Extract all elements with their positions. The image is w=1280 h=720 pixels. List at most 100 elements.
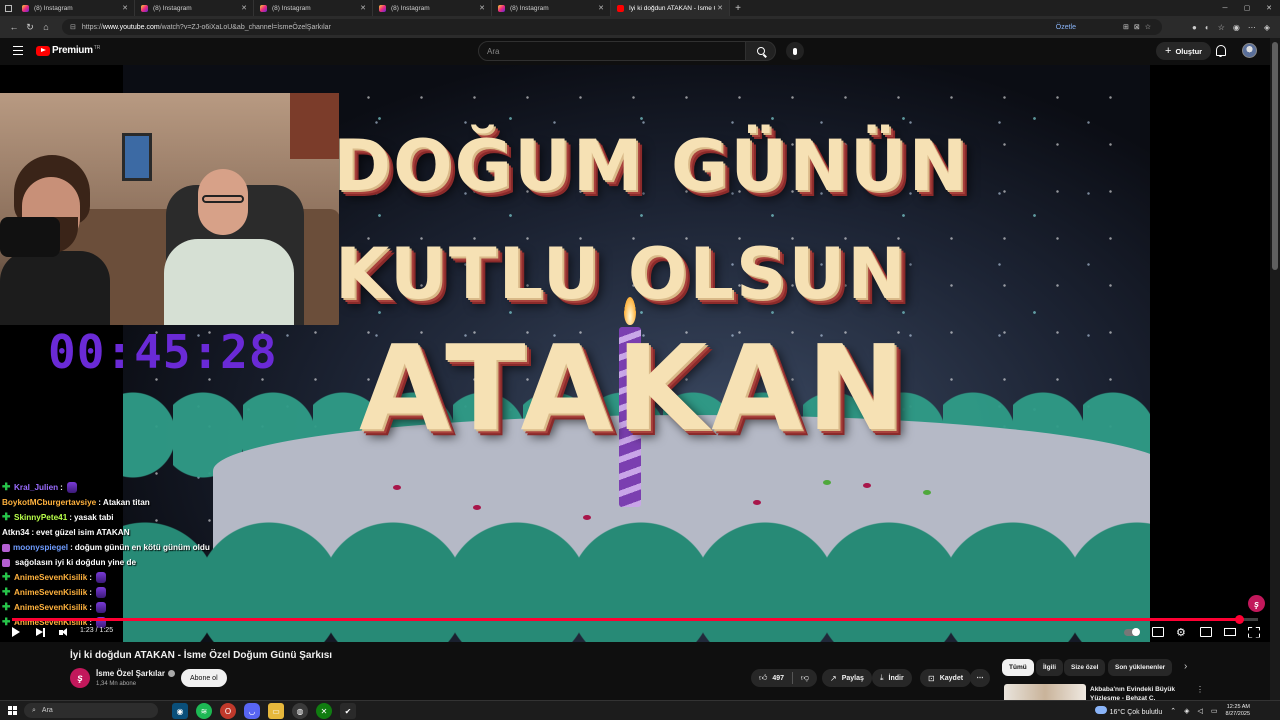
- sprinkle: [923, 490, 931, 495]
- site-info-icon[interactable]: ⊟: [70, 23, 76, 31]
- browser-tab-strip: (8) Instagram ✕ (8) Instagram ✕ (8) Instag…: [0, 0, 1280, 16]
- recommendation-title[interactable]: Akbaba'nın Evindeki Büyük Yüzleşme - Beh…: [1090, 685, 1190, 700]
- battery-icon[interactable]: ▭: [1211, 707, 1218, 715]
- address-bar[interactable]: ⊟ https://www.youtube.com/watch?v=ZJ-o6i…: [62, 19, 1162, 35]
- chip-related[interactable]: İlgili: [1036, 659, 1063, 676]
- browser-toolbar: ← ↻ ⌂ ⊟ https://www.youtube.com/watch?v=…: [0, 16, 1280, 38]
- tab-actions-icon[interactable]: [0, 0, 16, 16]
- close-icon[interactable]: ✕: [717, 4, 723, 12]
- network-icon[interactable]: ◈: [1184, 707, 1189, 715]
- xbox-icon[interactable]: ✕: [316, 703, 332, 719]
- instagram-icon: [22, 4, 29, 12]
- browser-tab-instagram-2[interactable]: (8) Instagram ✕: [135, 0, 254, 16]
- chevron-right-icon[interactable]: ›: [1184, 661, 1187, 672]
- like-dislike-group: 👍︎ 497 👎︎: [751, 669, 817, 687]
- extension-icon[interactable]: ◐: [1205, 23, 1210, 32]
- create-button[interactable]: + Oluştur: [1156, 42, 1212, 60]
- fullscreen-icon[interactable]: [1248, 626, 1260, 638]
- url-text: https://www.youtube.com/watch?v=ZJ-o6iXa…: [81, 23, 331, 31]
- hamburger-menu-icon[interactable]: [13, 46, 23, 55]
- close-icon[interactable]: ✕: [360, 4, 366, 12]
- page-scrollbar[interactable]: [1270, 38, 1280, 700]
- more-actions-button[interactable]: ⋯: [970, 669, 990, 687]
- opera-icon[interactable]: O: [220, 703, 236, 719]
- channel-name[interactable]: İsme Özel Şarkılar: [96, 669, 175, 678]
- bookmarks-icon[interactable]: ☆: [1218, 23, 1225, 32]
- chat-username: BoykotMCburgertavsiye: [2, 498, 97, 507]
- search-button[interactable]: [746, 41, 776, 61]
- address-bar-action-icons[interactable]: ⊞⊠☆: [1123, 23, 1156, 31]
- steam-icon[interactable]: ✔: [340, 703, 356, 719]
- thumbs-up-icon[interactable]: 👍︎: [759, 673, 767, 683]
- share-button[interactable]: ↗ Paylaş: [822, 669, 872, 687]
- browser-tab-instagram-1[interactable]: (8) Instagram ✕: [16, 0, 135, 16]
- taskbar-search[interactable]: ⌕ Ara: [24, 703, 158, 718]
- notifications-bell-icon[interactable]: [1215, 45, 1226, 57]
- windows-start-icon[interactable]: [8, 706, 17, 715]
- theater-mode-icon[interactable]: [1224, 626, 1236, 638]
- extension-icon[interactable]: ●: [1192, 23, 1197, 32]
- browser-tab-youtube[interactable]: İyi ki doğdun ATAKAN - İsme Öz...✕: [611, 0, 730, 16]
- chip-for-you[interactable]: Size özel: [1064, 659, 1106, 676]
- voice-search-button[interactable]: [786, 42, 804, 60]
- channel-watermark[interactable]: ş: [1248, 595, 1265, 612]
- reload-icon[interactable]: ↻: [22, 22, 38, 33]
- scrollbar-thumb[interactable]: [1272, 42, 1278, 270]
- play-icon[interactable]: [12, 626, 22, 638]
- browser-tab-instagram-5[interactable]: (8) Instagram ✕: [492, 0, 611, 16]
- close-icon[interactable]: ✕: [598, 4, 604, 12]
- spotify-icon[interactable]: ≋: [196, 703, 212, 719]
- subscribe-button[interactable]: Abone ol: [181, 669, 227, 687]
- weather-widget[interactable]: 16°C Çok bulutlu: [1094, 706, 1162, 716]
- extension-icon[interactable]: ◉: [1233, 23, 1240, 32]
- obs-icon[interactable]: ◍: [292, 703, 308, 719]
- close-window-icon[interactable]: ✕: [1258, 4, 1280, 12]
- chip-all[interactable]: Tümü: [1002, 659, 1034, 676]
- chat-badge-icon: [2, 558, 10, 567]
- volume-tray-icon[interactable]: ◁: [1198, 707, 1203, 715]
- youtube-premium-logo[interactable]: Premium TR: [36, 45, 100, 56]
- search-input[interactable]: Ara: [478, 41, 746, 61]
- volume-icon[interactable]: [59, 626, 71, 638]
- recommendation-menu-icon[interactable]: ⋮: [1196, 685, 1204, 694]
- autoplay-toggle[interactable]: [1124, 626, 1142, 638]
- share-label: Paylaş: [841, 674, 864, 682]
- instagram-icon: [498, 4, 505, 12]
- video-player[interactable]: DOĞUM GÜNÜN KUTLU OLSUN ATAKAN 00:45:28 …: [0, 65, 1270, 642]
- thumbs-down-icon[interactable]: 👎︎: [801, 673, 809, 683]
- tray-chevron-icon[interactable]: ⌃: [1170, 707, 1176, 715]
- summarize-button[interactable]: Özetle: [1056, 24, 1076, 31]
- copilot-icon[interactable]: ◈: [1264, 23, 1270, 32]
- home-icon[interactable]: ⌂: [38, 22, 54, 32]
- chat-emote-icon: [96, 572, 106, 583]
- system-clock[interactable]: 12:25 AM 8/27/2025: [1226, 704, 1250, 718]
- settings-gear-icon[interactable]: ⚙: [1176, 626, 1188, 639]
- channel-avatar[interactable]: ş: [70, 668, 90, 688]
- minimize-icon[interactable]: ─: [1214, 5, 1236, 12]
- close-icon[interactable]: ✕: [241, 4, 247, 12]
- download-button[interactable]: ⤓ İndir: [872, 669, 912, 687]
- browser-tab-instagram-4[interactable]: (8) Instagram ✕: [373, 0, 492, 16]
- file-explorer-icon[interactable]: ▭: [268, 703, 284, 719]
- chat-username: AnimeSevenKisilik: [14, 603, 88, 612]
- recommendation-thumbnail[interactable]: [1004, 684, 1086, 700]
- menu-dots-icon[interactable]: ⋯: [1248, 23, 1256, 32]
- chip-recent-uploads[interactable]: Son yüklenenler: [1108, 659, 1173, 676]
- miniplayer-icon[interactable]: [1200, 626, 1212, 638]
- close-icon[interactable]: ✕: [479, 4, 485, 12]
- back-arrow-icon[interactable]: ←: [6, 22, 22, 32]
- instagram-icon: [260, 4, 267, 12]
- maximize-icon[interactable]: ▢: [1236, 4, 1258, 12]
- save-button[interactable]: ⊡ Kaydet: [920, 669, 972, 687]
- next-video-icon[interactable]: [36, 626, 46, 638]
- account-avatar[interactable]: [1242, 43, 1257, 58]
- close-icon[interactable]: ✕: [122, 4, 128, 12]
- subtitles-icon[interactable]: [1152, 626, 1164, 638]
- edge-browser-icon[interactable]: ◉: [172, 703, 188, 719]
- chat-message: ✚ Kral_Julien:: [2, 480, 252, 495]
- progress-bar[interactable]: [12, 615, 1258, 624]
- like-count[interactable]: 497: [772, 675, 784, 682]
- browser-tab-instagram-3[interactable]: (8) Instagram ✕: [254, 0, 373, 16]
- new-tab-plus-icon[interactable]: +: [730, 3, 746, 14]
- discord-icon[interactable]: ◡: [244, 703, 260, 719]
